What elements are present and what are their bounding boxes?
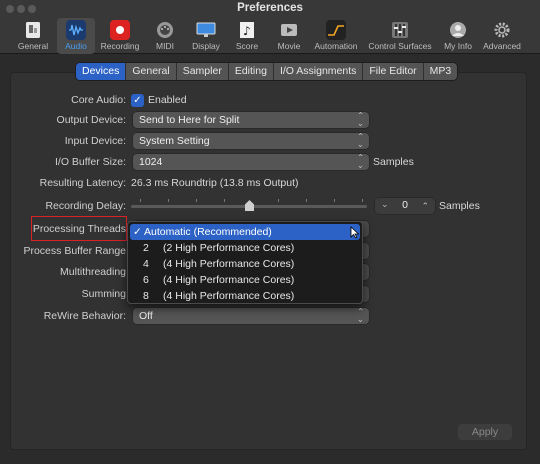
menu-item-number: 4 xyxy=(143,258,149,270)
slider-tick xyxy=(140,199,141,202)
toolbar-item-score[interactable]: ♪ Score xyxy=(232,18,262,54)
menu-item-8-threads[interactable]: 8 (4 High Performance Cores) xyxy=(128,288,362,304)
toolbar-item-control-surfaces[interactable]: Control Surfaces xyxy=(367,18,433,54)
menu-item-6-threads[interactable]: 6 (4 High Performance Cores) xyxy=(128,272,362,288)
score-icon: ♪ xyxy=(237,20,257,40)
processing-threads-menu: ✓ Automatic (Recommended) 2 (2 High Perf… xyxy=(127,221,363,304)
output-device-label: Output Device: xyxy=(56,114,126,126)
recording-delay-unit: Samples xyxy=(439,200,480,212)
toolbar-item-audio[interactable]: Audio xyxy=(57,18,95,54)
output-device-popup[interactable]: Send to Here for Split ⌃ ⌃ xyxy=(133,112,369,128)
toolbar-item-midi[interactable]: MIDI xyxy=(150,18,180,54)
latency-label: Resulting Latency: xyxy=(39,177,126,189)
record-icon xyxy=(110,20,130,40)
slider-tick xyxy=(334,199,335,202)
buffer-size-label: I/O Buffer Size: xyxy=(54,156,126,168)
multithreading-label: Multithreading xyxy=(60,266,126,278)
process-buffer-label: Process Buffer Range xyxy=(23,245,126,257)
latency-value: 26.3 ms Roundtrip (13.8 ms Output) xyxy=(131,177,299,189)
tab-io-assignments[interactable]: I/O Assignments xyxy=(274,63,364,80)
preferences-window: Preferences General Audio Recording MIDI xyxy=(0,0,540,464)
chevron-updown-icon: ⌃ ⌃ xyxy=(357,132,364,149)
buffer-size-value: 1024 xyxy=(139,156,163,168)
audio-tabs: Devices General Sampler Editing I/O Assi… xyxy=(76,63,458,80)
core-audio-label: Core Audio: xyxy=(71,94,126,106)
general-icon xyxy=(23,20,43,40)
my-info-icon xyxy=(448,20,468,40)
title-bar: Preferences xyxy=(0,0,540,18)
svg-text:♪: ♪ xyxy=(243,24,251,38)
slider-tick xyxy=(224,199,225,202)
menu-item-label: (2 High Performance Cores) xyxy=(163,242,295,254)
input-device-popup[interactable]: System Setting ⌃ ⌃ xyxy=(133,133,369,149)
slider-tick xyxy=(362,199,363,202)
menu-item-4-threads[interactable]: 4 (4 High Performance Cores) xyxy=(128,256,362,272)
toolbar-item-display[interactable]: Display xyxy=(189,18,223,54)
tab-general[interactable]: General xyxy=(126,63,177,80)
tab-editing[interactable]: Editing xyxy=(229,63,274,80)
core-audio-checkbox[interactable]: ✓ xyxy=(131,94,144,107)
apply-button[interactable]: Apply xyxy=(458,424,512,440)
chevron-updown-icon: ⌃ ⌃ xyxy=(357,153,364,170)
menu-item-label: Automatic (Recommended) xyxy=(144,226,272,238)
buffer-size-popup[interactable]: 1024 ⌃ ⌃ xyxy=(133,154,369,170)
rewire-popup[interactable]: Off ⌃ ⌃ xyxy=(133,308,369,324)
toolbar-item-automation[interactable]: Automation xyxy=(312,18,360,54)
highlight-box xyxy=(31,216,127,241)
toolbar-item-movie[interactable]: Movie xyxy=(274,18,304,54)
slider-tick xyxy=(306,199,307,202)
checkmark-icon: ✓ xyxy=(133,226,142,238)
menu-item-number: 6 xyxy=(143,274,149,286)
midi-icon xyxy=(155,20,175,40)
menu-item-label: (4 High Performance Cores) xyxy=(163,274,295,286)
input-device-value: System Setting xyxy=(139,135,210,147)
tab-devices[interactable]: Devices xyxy=(76,63,127,80)
menu-item-2-threads[interactable]: 2 (2 High Performance Cores) xyxy=(128,240,362,256)
slider-tick xyxy=(196,199,197,202)
audio-icon xyxy=(66,20,86,40)
window-title: Preferences xyxy=(237,2,303,14)
summing-label: Summing xyxy=(81,288,126,300)
buffer-size-unit: Samples xyxy=(373,156,414,168)
automation-icon xyxy=(326,20,346,40)
menu-item-label: (4 High Performance Cores) xyxy=(163,290,295,302)
movie-icon xyxy=(279,20,299,40)
chevron-updown-icon: ⌃ ⌃ xyxy=(357,307,364,324)
toolbar-item-general[interactable]: General xyxy=(16,18,50,54)
tab-sampler[interactable]: Sampler xyxy=(177,63,229,80)
core-audio-value: Enabled xyxy=(148,94,187,106)
chevron-updown-icon: ⌃ ⌃ xyxy=(357,111,364,128)
menu-item-number: 8 xyxy=(143,290,149,302)
tab-file-editor[interactable]: File Editor xyxy=(363,63,424,80)
recording-delay-stepper[interactable]: ⌄ 0 ⌃ xyxy=(375,198,435,214)
gear-icon xyxy=(492,20,512,40)
menu-item-automatic[interactable]: ✓ Automatic (Recommended) xyxy=(130,224,360,240)
toolbar-item-recording[interactable]: Recording xyxy=(100,18,140,54)
mouse-cursor-icon xyxy=(350,226,360,239)
rewire-value: Off xyxy=(139,310,153,322)
increment-icon[interactable]: ⌃ xyxy=(421,201,429,212)
preferences-toolbar: General Audio Recording MIDI Display ♪ S… xyxy=(0,18,540,54)
menu-item-number: 2 xyxy=(143,242,149,254)
output-device-value: Send to Here for Split xyxy=(139,114,240,126)
toolbar-item-advanced[interactable]: Advanced xyxy=(482,18,522,54)
display-icon xyxy=(196,20,216,40)
slider-tick xyxy=(278,199,279,202)
input-device-label: Input Device: xyxy=(64,135,126,147)
toolbar-item-my-info[interactable]: My Info xyxy=(442,18,474,54)
tab-mp3[interactable]: MP3 xyxy=(424,63,458,80)
rewire-label: ReWire Behavior: xyxy=(43,310,126,322)
menu-item-label: (4 High Performance Cores) xyxy=(163,258,295,270)
control-surfaces-icon xyxy=(390,20,410,40)
recording-delay-label: Recording Delay: xyxy=(45,200,126,212)
slider-tick xyxy=(168,199,169,202)
